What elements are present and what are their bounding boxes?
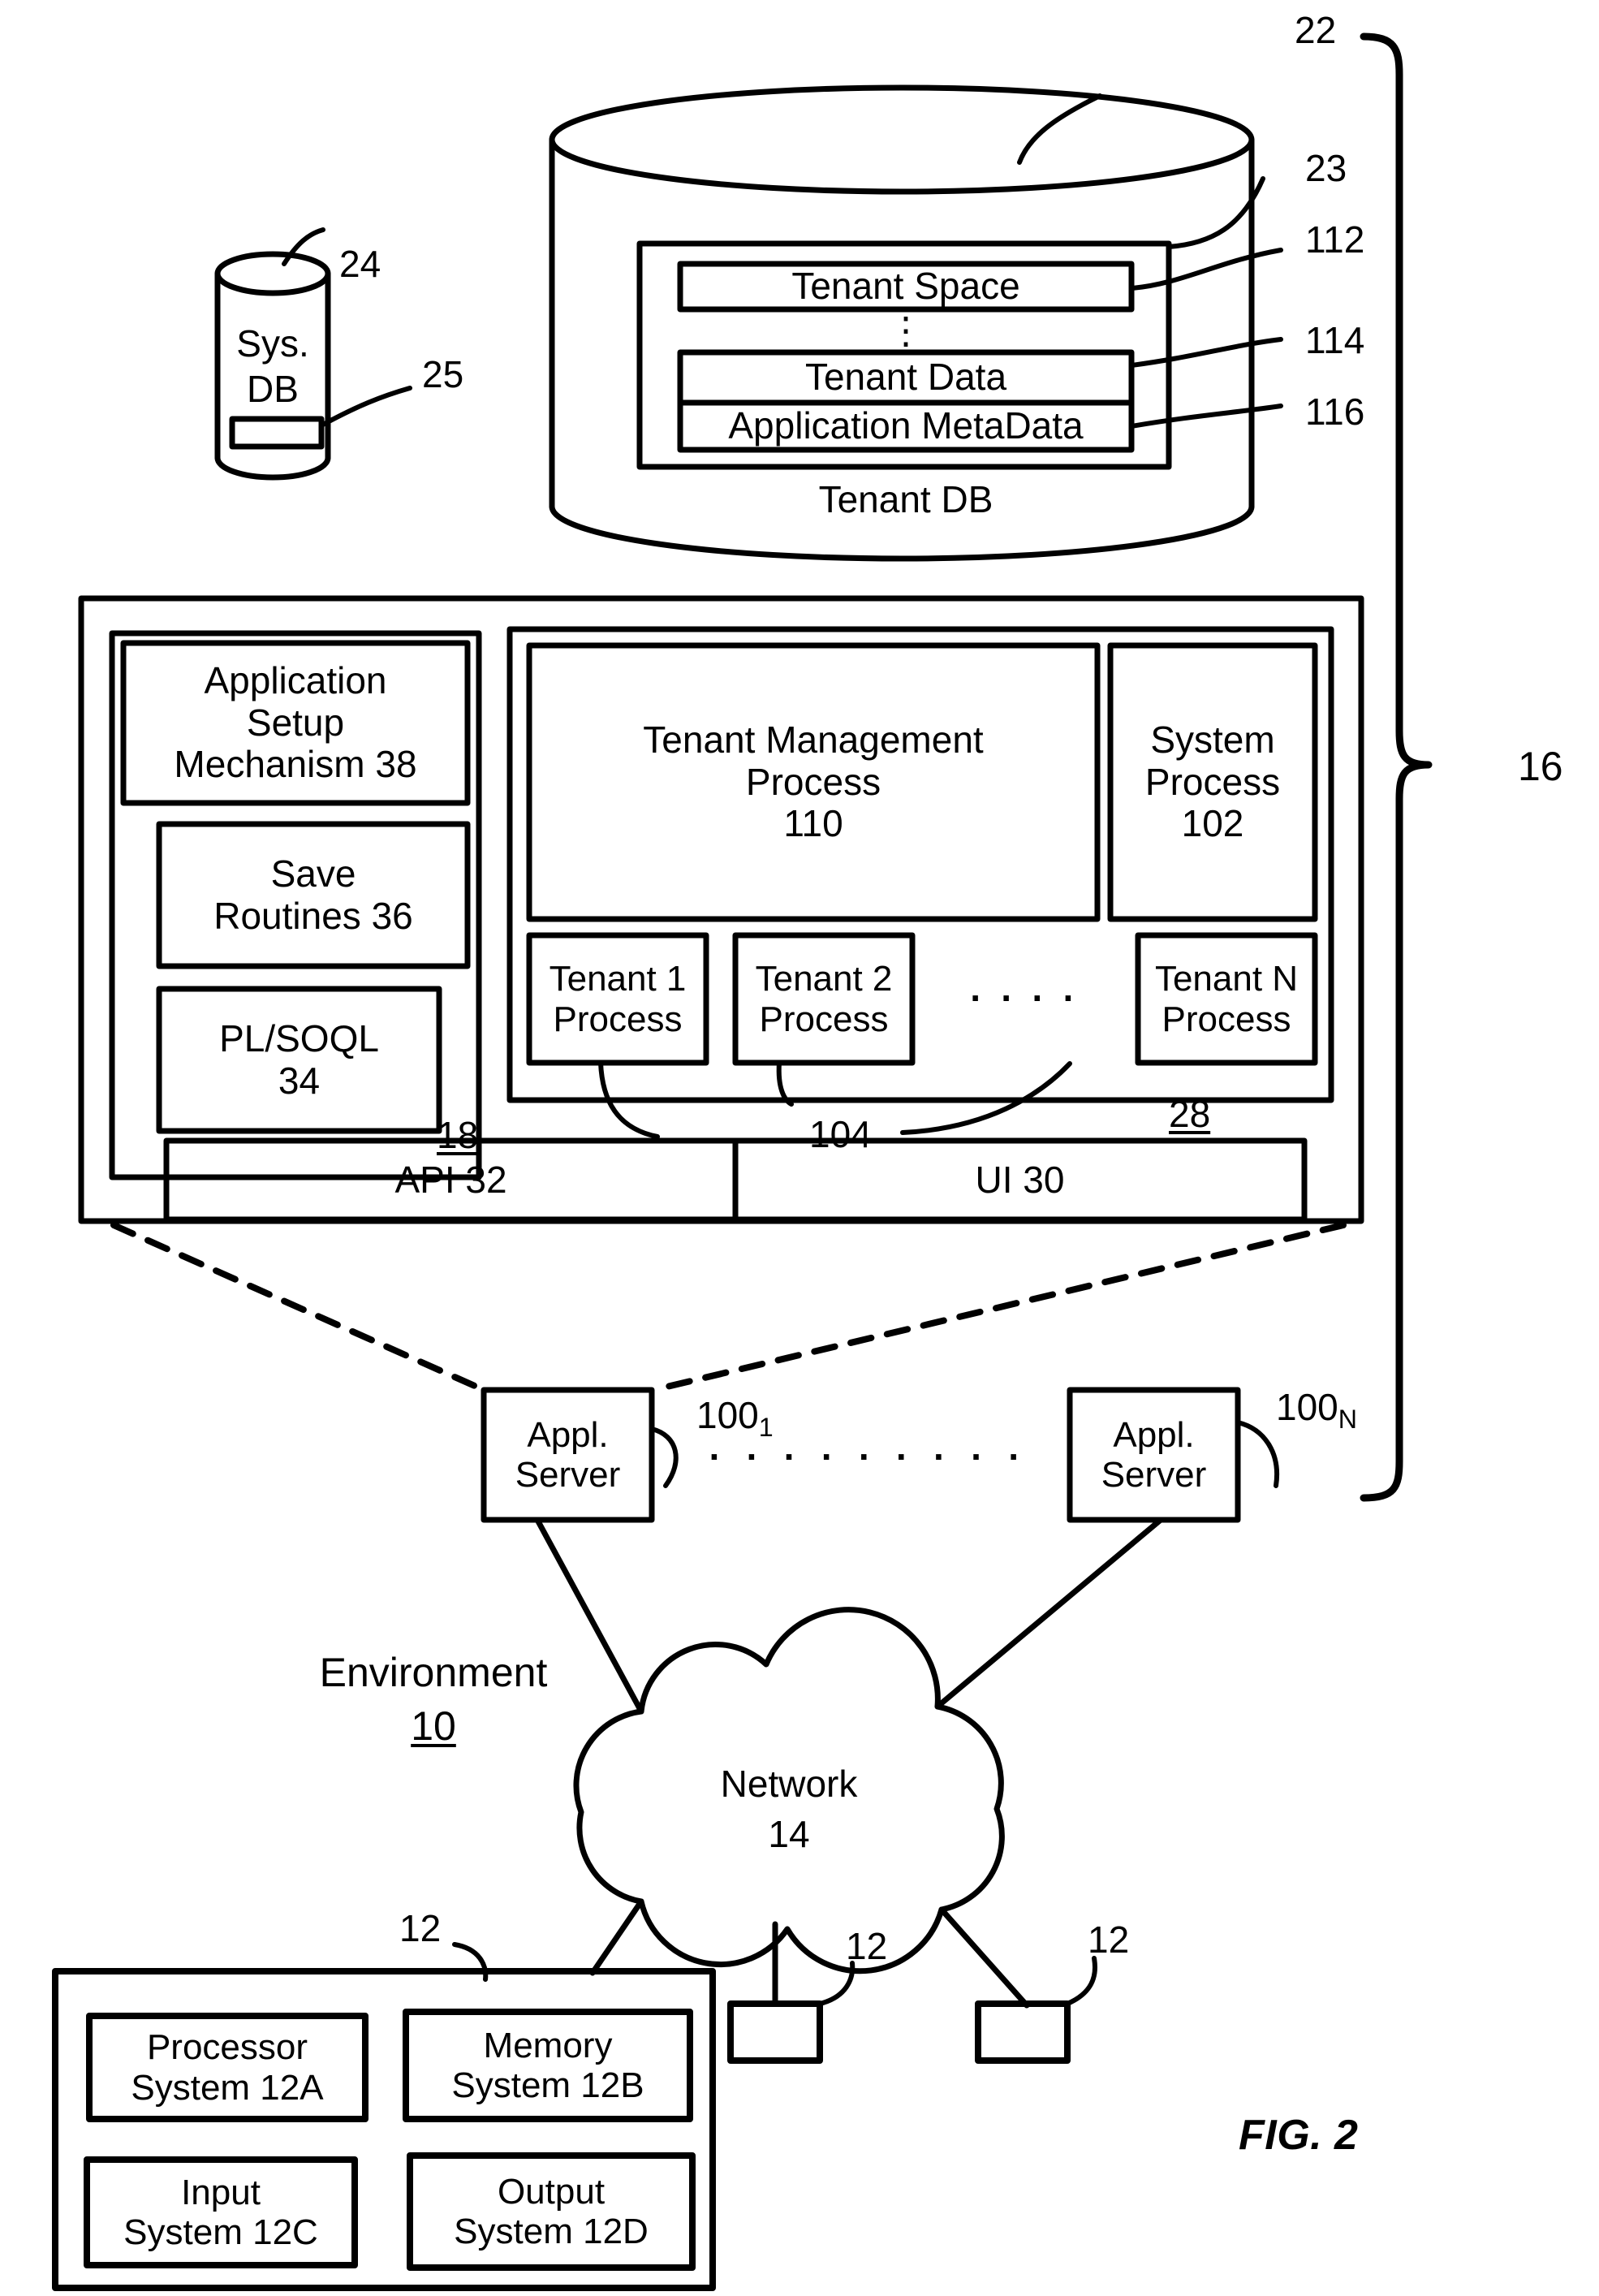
ref-22: 22 — [1295, 9, 1337, 51]
figure-caption: FIG. 2 — [1239, 2112, 1359, 2159]
application-metadata-box — [677, 399, 1135, 453]
connector-cloud-user-system — [589, 1898, 644, 1976]
application-setup-mechanism-38-box — [120, 640, 471, 806]
dashed-line-left — [110, 1222, 487, 1393]
terminal-box-2 — [975, 2000, 1071, 2064]
ref-16: 16 — [1518, 744, 1563, 789]
leader-22 — [1017, 93, 1102, 165]
ref-100-n: 100N — [1276, 1385, 1357, 1435]
tenant-db-cylinder — [549, 84, 1255, 562]
ref-100-1-sub: 1 — [758, 1413, 774, 1443]
ref-100-n-sub: N — [1338, 1405, 1357, 1435]
tenant-management-process-110-box — [526, 642, 1101, 922]
system-process-102-box — [1107, 642, 1318, 922]
dashed-line-right — [650, 1222, 1347, 1393]
leader-12-terminal-2 — [1065, 1956, 1097, 2006]
input-system-12c-box — [84, 2156, 358, 2268]
network-cloud — [573, 1607, 1005, 1974]
sys-db-slot-25 — [229, 416, 325, 450]
ref-112: 112 — [1305, 218, 1365, 261]
leader-112 — [1129, 248, 1283, 291]
ref-100-n-base: 100 — [1276, 1386, 1338, 1428]
ref-25: 25 — [422, 353, 464, 395]
leader-116 — [1129, 404, 1283, 429]
plsoql-34-box — [156, 986, 442, 1134]
tenant-space-box — [677, 261, 1135, 313]
ref-18: 18 — [437, 1114, 479, 1156]
bracket-16 — [1360, 32, 1433, 1502]
ref-28: 28 — [1169, 1093, 1211, 1135]
ref-12-user-system: 12 — [399, 1907, 442, 1949]
connector-cloud-terminal-2 — [938, 1906, 1030, 2009]
ref-116: 116 — [1305, 391, 1365, 433]
sys-db-cylinder — [214, 251, 331, 481]
leader-100-1 — [649, 1426, 679, 1488]
ref-12-terminal-2: 12 — [1088, 1918, 1130, 1961]
ref-104: 104 — [809, 1113, 872, 1155]
connector-servern-cloud — [934, 1517, 1164, 1710]
processor-system-12a-box — [86, 2013, 369, 2122]
output-system-12d-box — [407, 2152, 696, 2271]
terminal-box-1 — [727, 2000, 823, 2064]
ref-114: 114 — [1305, 319, 1365, 361]
appl-server-1-box — [481, 1387, 655, 1523]
ref-23: 23 — [1305, 147, 1347, 189]
leader-114 — [1129, 337, 1283, 368]
patent-figure-2: 22 23 112 114 116 Tenant Space ⋮ Tenant … — [0, 0, 1599, 2296]
connector-server1-cloud — [534, 1517, 644, 1715]
ref-100-1: 1001 — [696, 1393, 774, 1443]
tenant-n-process-box — [1135, 932, 1318, 1066]
leader-25 — [319, 386, 412, 428]
memory-system-12b-box — [403, 2009, 693, 2122]
tenant-data-box — [677, 349, 1135, 406]
tenant-1-process-box — [526, 932, 709, 1066]
save-routines-36-box — [156, 821, 471, 969]
appl-server-n-box — [1067, 1387, 1241, 1523]
process-group-28 — [506, 626, 1334, 1103]
leader-100-n — [1235, 1420, 1280, 1488]
setup-group-18 — [109, 630, 482, 1180]
tenant-2-process-box — [732, 932, 916, 1066]
ref-12-terminal-1: 12 — [846, 1925, 888, 1967]
ref-100-1-base: 100 — [696, 1394, 759, 1436]
ref-24: 24 — [339, 243, 381, 285]
